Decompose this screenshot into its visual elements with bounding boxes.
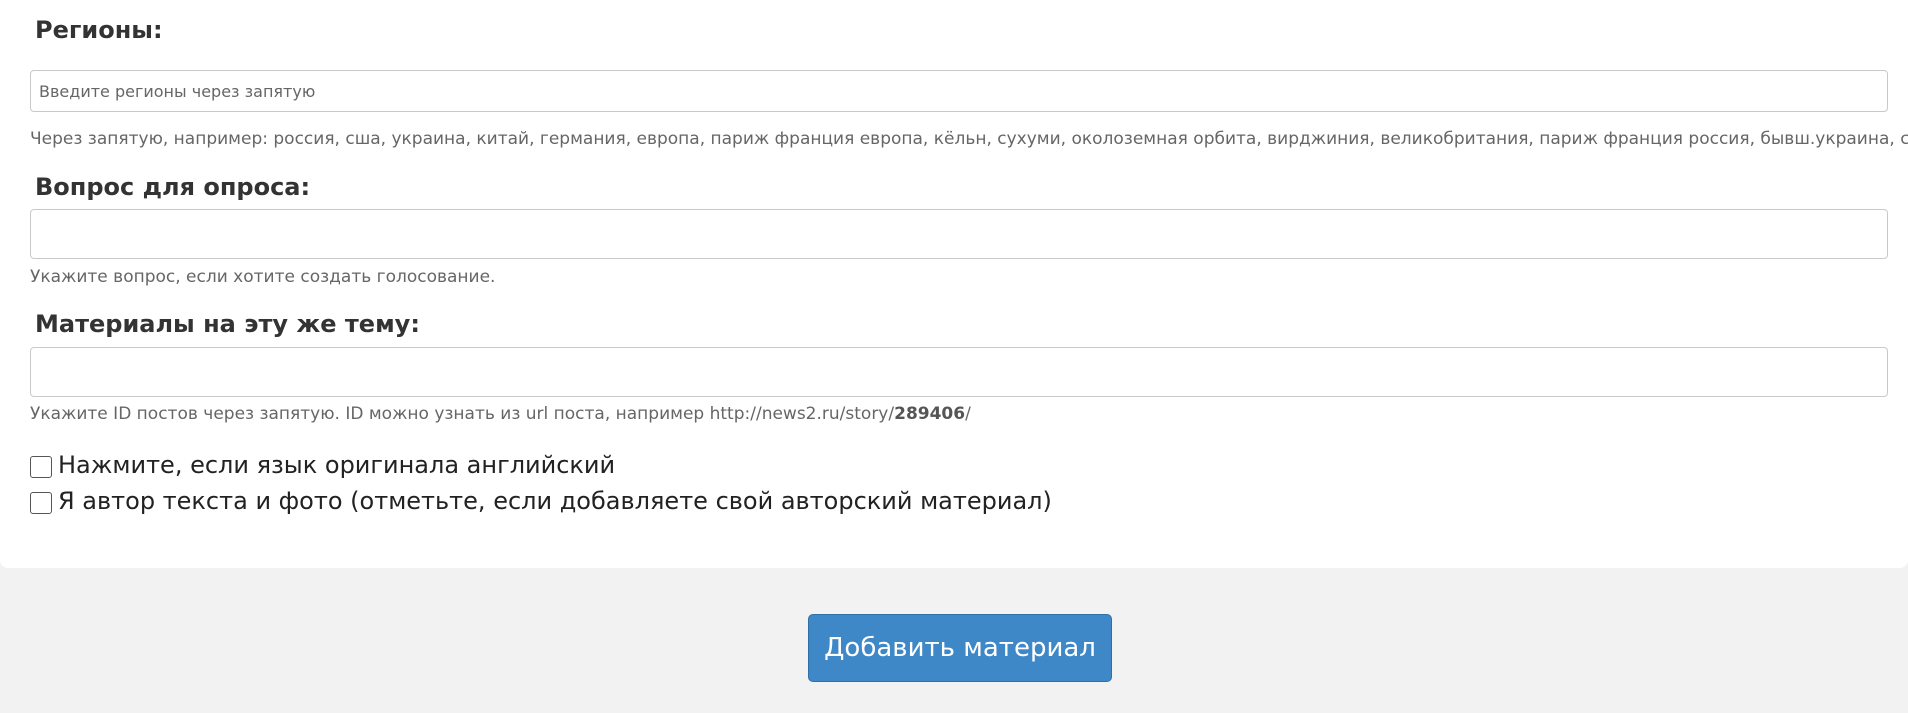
poll-question-input[interactable] [30, 209, 1888, 259]
add-material-button[interactable]: Добавить материал [808, 614, 1112, 682]
related-hint-text: Укажите ID постов через запятую. ID можн… [30, 404, 895, 424]
english-original-checkbox-label: Нажмите, если язык оригинала английский [58, 451, 616, 479]
related-materials-label: Материалы на эту же тему: [35, 310, 420, 338]
related-hint-example-id: 289406 [894, 404, 966, 424]
poll-question-hint: Укажите вопрос, если хотите создать голо… [30, 267, 496, 287]
regions-input[interactable] [30, 70, 1888, 112]
poll-question-label: Вопрос для опроса: [35, 173, 311, 201]
regions-hint: Через запятую, например: россия, сша, ук… [30, 129, 1908, 149]
author-checkbox-label: Я автор текста и фото (отметьте, если до… [58, 487, 1052, 515]
form-card: Регионы: Через запятую, например: россия… [0, 0, 1908, 568]
related-materials-hint: Укажите ID постов через запятую. ID можн… [30, 403, 971, 425]
regions-label: Регионы: [35, 16, 163, 44]
author-checkbox[interactable] [30, 492, 52, 514]
english-original-checkbox[interactable] [30, 456, 52, 478]
related-hint-suffix: / [965, 404, 971, 424]
english-original-checkbox-row[interactable]: Нажмите, если язык оригинала английский [30, 450, 615, 480]
author-checkbox-row[interactable]: Я автор текста и фото (отметьте, если до… [30, 486, 1052, 516]
related-materials-input[interactable] [30, 347, 1888, 397]
